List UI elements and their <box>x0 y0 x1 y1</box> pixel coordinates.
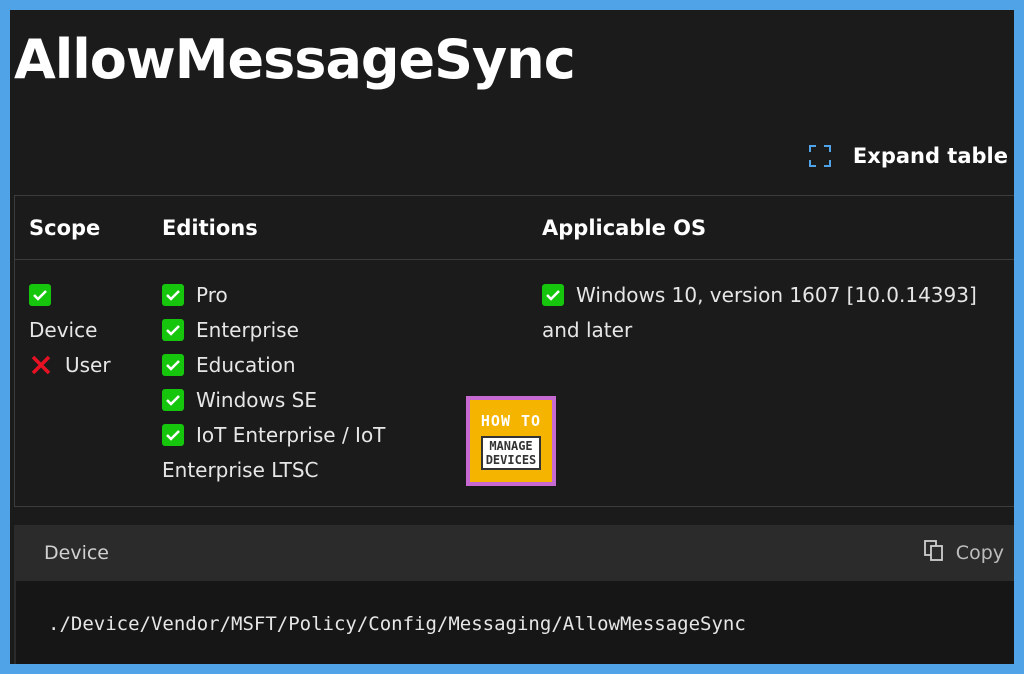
logo-text-top: HOW TO <box>480 412 542 430</box>
edition-item: Windows SE <box>196 388 317 412</box>
check-icon <box>542 283 564 306</box>
os-version-suffix: and later <box>542 318 633 342</box>
os-version: Windows 10, version 1607 [10.0.14393] <box>576 283 977 307</box>
code-label: Device <box>44 542 109 564</box>
check-icon <box>162 388 184 411</box>
cross-icon <box>29 353 53 377</box>
copy-label: Copy <box>955 542 1004 564</box>
scope-user: User <box>65 353 111 377</box>
edition-item: Pro <box>196 283 228 307</box>
os-cell: Windows 10, version 1607 [10.0.14393] an… <box>528 260 1014 507</box>
logo-text-line1: MANAGE <box>489 439 533 453</box>
column-header-os: Applicable OS <box>528 195 1014 260</box>
howto-manage-devices-logo: HOW TO MANAGE DEVICES <box>466 396 556 486</box>
check-icon <box>162 353 184 376</box>
edition-item: Enterprise <box>196 318 299 342</box>
code-block-header: Device Copy <box>14 525 1014 581</box>
edition-item: Education <box>196 353 296 377</box>
copy-icon <box>923 539 944 567</box>
expand-table-button[interactable]: Expand table <box>808 144 1008 168</box>
page-title: AllowMessageSync <box>14 28 576 91</box>
code-block[interactable]: ./Device/Vendor/MSFT/Policy/Config/Messa… <box>14 581 1014 664</box>
table-header-row: Scope Editions Applicable OS <box>14 195 1014 260</box>
column-header-editions: Editions <box>148 195 528 260</box>
logo-text-line2: DEVICES <box>485 453 537 467</box>
column-header-scope: Scope <box>14 195 148 260</box>
logo-text-box: MANAGE DEVICES <box>480 436 542 470</box>
check-icon <box>162 423 184 446</box>
edition-item: IoT Enterprise / IoT <box>196 423 386 447</box>
edition-item-continued: Enterprise LTSC <box>162 458 319 482</box>
scope-device: Device <box>29 318 98 342</box>
check-icon <box>29 283 51 306</box>
oma-uri-path: ./Device/Vendor/MSFT/Policy/Config/Messa… <box>48 613 746 635</box>
expand-icon <box>808 145 831 167</box>
scope-cell: Device User <box>15 260 149 507</box>
check-icon <box>162 283 184 306</box>
check-icon <box>162 318 184 341</box>
expand-table-label: Expand table <box>852 144 1008 168</box>
copy-button[interactable]: Copy <box>923 539 1004 567</box>
content-frame: AllowMessageSync Expand table Scope Edit… <box>10 10 1014 664</box>
